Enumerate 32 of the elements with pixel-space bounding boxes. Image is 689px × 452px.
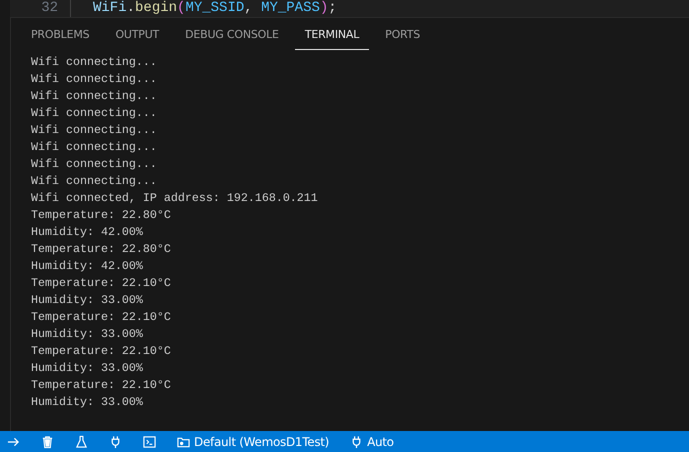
terminal-line: Wifi connecting... <box>31 105 157 122</box>
plug-icon <box>350 434 364 448</box>
folder-icon <box>177 434 190 448</box>
terminal-line: Temperature: 22.10°C <box>31 343 171 360</box>
terminal-line: Wifi connecting... <box>31 54 157 71</box>
line-number: 32 <box>10 0 71 17</box>
terminal-line: Temperature: 22.80°C <box>31 241 171 258</box>
panel-tab[interactable]: TERMINAL <box>294 19 370 50</box>
terminal-line: Temperature: 22.10°C <box>31 275 171 292</box>
terminal-line: Wifi connecting... <box>31 88 157 105</box>
terminal-line: Wifi connecting... <box>31 173 157 190</box>
terminal-line: Humidity: 33.00% <box>31 394 143 411</box>
terminal-line: Temperature: 22.80°C <box>31 207 171 224</box>
status-bar-item[interactable]: Auto <box>346 431 398 452</box>
terminal-line: Humidity: 33.00% <box>31 326 143 343</box>
status-bar-item[interactable]: Default (WemosD1Test) <box>173 431 334 452</box>
terminal-line: Wifi connecting... <box>31 139 157 156</box>
terminal-line: Wifi connecting... <box>31 122 157 139</box>
panel-tab[interactable]: PORTS <box>375 19 430 50</box>
code-line: WiFi.begin(MY_SSID, MY_PASS); <box>92 0 337 17</box>
terminal-line: Humidity: 33.00% <box>31 292 143 309</box>
terminal-line: Wifi connected, IP address: 192.168.0.211 <box>31 190 318 207</box>
terminal-line: Wifi connecting... <box>31 71 157 88</box>
terminal-line: Humidity: 42.00% <box>31 224 143 241</box>
terminal-line: Wifi connecting... <box>31 156 157 173</box>
panel-tab[interactable]: DEBUG CONSOLE <box>175 19 289 50</box>
panel-tab[interactable]: PROBLEMS <box>21 19 100 50</box>
terminal-line: Humidity: 33.00% <box>31 360 143 377</box>
terminal-line: Temperature: 22.10°C <box>31 309 171 326</box>
panel-tab[interactable]: OUTPUT <box>105 19 170 50</box>
terminal-line: Temperature: 22.10°C <box>31 377 171 394</box>
terminal-line: Humidity: 42.00% <box>31 258 143 275</box>
